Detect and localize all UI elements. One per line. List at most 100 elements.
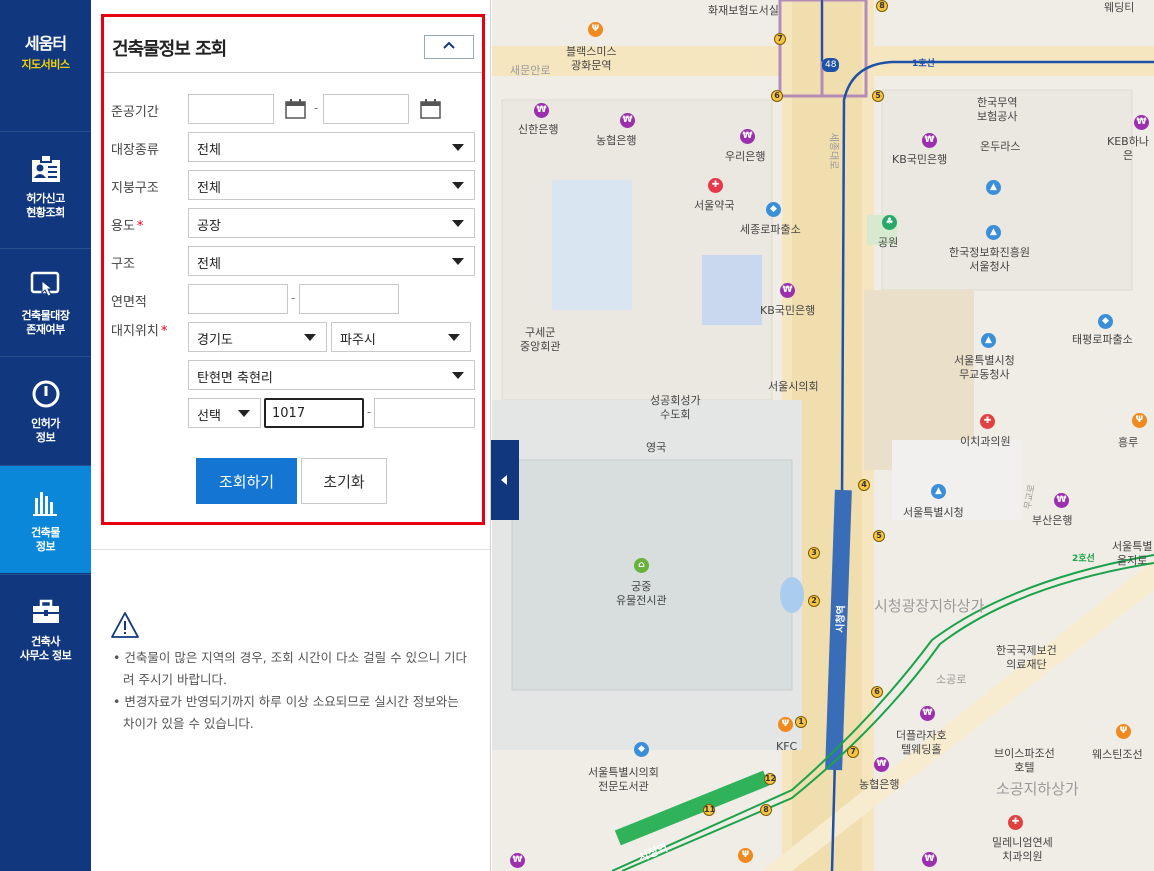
brand-logo[interactable]: 세움터 지도서비스 [0,0,91,131]
map-label: 부산은행 [1032,514,1073,527]
id-card-icon [31,154,60,182]
map-label: 궁중 유물전시관 [616,580,667,607]
panel-title: 건축물정보 조회 [112,39,227,60]
public-office-icon[interactable]: ▲ [986,225,1001,240]
subway-exit-icon[interactable]: 6 [771,90,783,102]
chevron-left-icon [501,475,507,485]
police-icon[interactable]: ◆ [766,202,781,217]
nav-item-permit-status[interactable]: 허가신고 현황조회 [0,131,91,239]
bank-icon[interactable]: ₩ [1134,115,1149,130]
chevron-down-icon [448,334,460,341]
subway-exit-icon[interactable]: 3 [808,547,820,559]
search-form: 건축물정보 조회 준공기간 - 대장종류 전체 지붕구조 전체 용도 * 공장 … [101,14,485,525]
map-label: 브이스파조선 호텔 [994,747,1055,774]
town-value: 탄현면 축현리 [197,371,273,386]
police-icon[interactable]: ◆ [1098,314,1113,329]
nav-item-permit-info[interactable]: 인허가 정보 [0,356,91,464]
completion-to-input[interactable] [323,94,409,124]
search-panel: 건축물정보 조회 준공기간 - 대장종류 전체 지붕구조 전체 용도 * 공장 … [91,0,579,871]
subway-exit-icon[interactable]: 12 [764,773,776,785]
map-label: 한국국제보건 의료재단 [996,644,1057,671]
map-panel-toggle[interactable] [491,440,519,520]
subway-exit-icon[interactable]: 5 [872,90,884,102]
lot-type-select[interactable]: 선택 [188,398,261,428]
bank-icon[interactable]: ₩ [510,853,525,868]
subway-exit-icon[interactable]: 8 [760,804,772,816]
park-icon[interactable]: ♣ [882,215,897,230]
map-label: 48 [822,58,840,72]
sub-lot-number-input[interactable] [374,398,475,428]
map-label: KB국민은행 [760,304,816,317]
nav-item-architect-office[interactable]: 건축사 사무소 정보 [0,574,91,682]
public-office-icon[interactable]: ▲ [981,333,996,348]
chevron-up-icon [443,41,455,49]
subway-exit-icon[interactable]: 6 [871,686,883,698]
city-hall-icon[interactable]: ▲ [931,484,946,499]
ledger-type-value: 전체 [197,143,221,158]
museum-icon[interactable]: ⌂ [634,558,649,573]
subway-exit-icon[interactable]: 5 [873,530,885,542]
map-label: 소공지하상가 [996,780,1079,798]
map-label: 시청역 [835,604,848,633]
bank-icon[interactable]: ₩ [922,852,937,867]
bank-icon[interactable]: ₩ [920,706,935,721]
subway-exit-icon[interactable]: 8 [876,0,888,12]
map-label: 서울특별시청 무교동청사 [954,354,1015,381]
chevron-down-icon [452,144,464,151]
map-label: 웨딩티 [1104,1,1135,14]
calendar-icon[interactable] [419,98,443,120]
map-label: 태평로파출소 [1072,333,1133,346]
nav-item-building-existence[interactable]: 건축물대장 존재여부 [0,248,91,356]
floor-area-to-input[interactable] [299,284,399,314]
bank-icon[interactable]: ₩ [922,133,937,148]
restaurant-icon[interactable]: Ψ [1132,413,1147,428]
bank-icon[interactable]: ₩ [620,113,635,128]
roof-structure-value: 전체 [197,181,221,196]
restaurant-icon[interactable]: Ψ [1116,724,1131,739]
briefcase-icon [32,599,59,623]
brand-title: 세움터 [24,34,67,53]
bank-icon[interactable]: ₩ [534,103,549,118]
nav-item-building-info[interactable]: 건축물 정보 [0,465,91,573]
subway-exit-icon[interactable]: 7 [774,33,786,45]
roof-structure-select[interactable]: 전체 [188,170,475,200]
usage-select[interactable]: 공장 [188,208,475,238]
city-select[interactable]: 파주시 [331,322,471,352]
search-button[interactable]: 조회하기 [196,458,297,504]
nav-label: 건축사 사무소 정보 [19,635,72,662]
town-select[interactable]: 탄현면 축현리 [188,360,475,390]
hospital-icon[interactable]: ✚ [980,414,995,429]
floor-area-from-input[interactable] [188,284,288,314]
nav-label: 건축물대장 존재여부 [21,309,70,336]
restaurant-icon[interactable]: Ψ [738,848,753,863]
restaurant-icon[interactable]: Ψ [588,22,603,37]
usage-value: 공장 [197,219,221,234]
pharmacy-icon[interactable]: ✚ [708,178,723,193]
lot-type-value: 선택 [197,409,221,424]
bank-icon[interactable]: ₩ [874,757,889,772]
public-office-icon[interactable]: ▲ [986,180,1001,195]
subway-exit-icon[interactable]: 1 [795,716,807,728]
subway-exit-icon[interactable]: 7 [847,746,859,758]
completion-from-input[interactable] [188,94,274,124]
subway-exit-icon[interactable]: 2 [808,595,820,607]
bank-icon[interactable]: ₩ [1054,493,1069,508]
restaurant-icon[interactable]: Ψ [778,717,793,732]
bank-icon[interactable]: ₩ [780,283,795,298]
subway-exit-icon[interactable]: 11 [703,804,715,816]
map-label: KFC [776,740,798,753]
library-icon[interactable]: ◆ [634,742,649,757]
map-label: 화재보험도서실 [708,4,779,17]
main-lot-number-input[interactable] [264,398,364,428]
map-view[interactable]: 화재보험도서실 웨딩티 블랙스미스 광화문역 새문안로 신한은행 농협은행 우리… [492,0,1154,871]
bank-icon[interactable]: ₩ [740,129,755,144]
map-label: 1호선 [912,59,935,69]
province-select[interactable]: 경기도 [188,322,327,352]
collapse-button[interactable] [424,35,474,59]
structure-select[interactable]: 전체 [188,246,475,276]
calendar-icon[interactable] [284,98,308,120]
subway-exit-icon[interactable]: 4 [858,479,870,491]
ledger-type-select[interactable]: 전체 [188,132,475,162]
reset-button[interactable]: 초기화 [301,458,387,504]
hospital-icon[interactable]: ✚ [1008,815,1023,830]
